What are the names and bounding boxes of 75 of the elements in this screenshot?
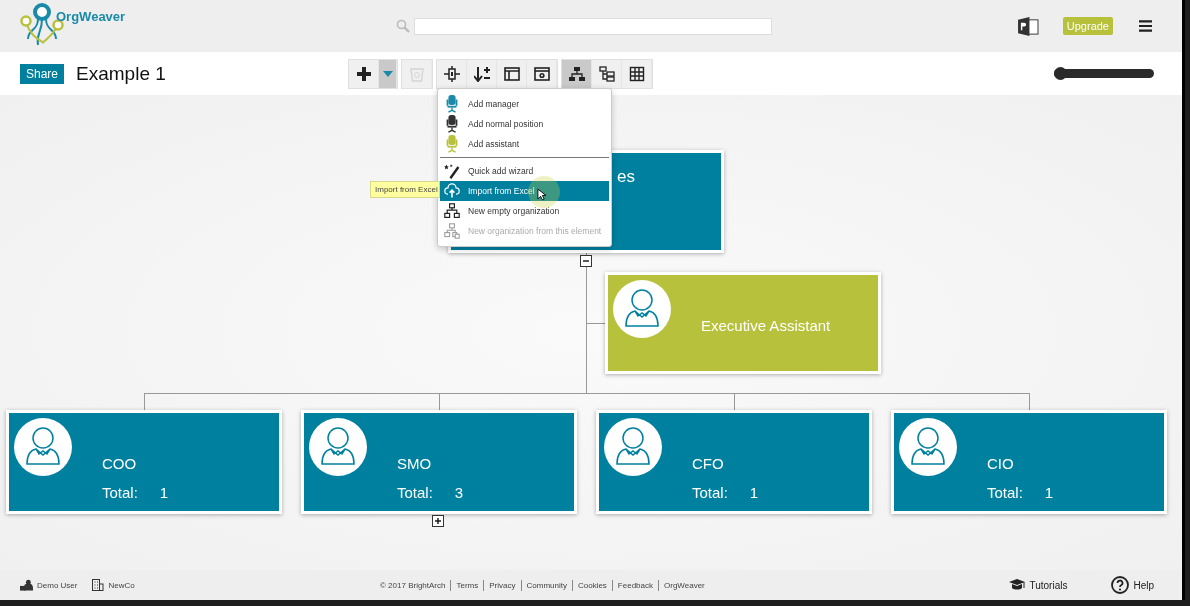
sort-icon [473,65,490,82]
org-node[interactable]: CFO Total: 1 [596,410,872,514]
logo-text: OrgWeaver [56,9,126,24]
org-chart-copy-icon [444,222,460,240]
person-avatar-icon [14,418,72,476]
powerpoint-icon[interactable] [1017,16,1039,36]
org-node[interactable]: COO Total: 1 [6,410,282,514]
total-value: 1 [159,484,169,501]
magic-wand-icon [444,162,460,180]
footer-link[interactable]: Cookies [577,580,607,590]
footer-link[interactable]: OrgWeaver [664,580,705,590]
graduation-cap-icon [1009,579,1026,591]
org-node[interactable]: SMO Total: 3 [301,410,577,514]
node-title: Executive Assistant [701,317,831,334]
footer-link[interactable]: Feedback [617,580,653,590]
total-value: 1 [749,484,759,501]
window-settings-icon [533,65,550,82]
fit-icon [443,65,460,82]
node-title: CFO [692,455,725,472]
total-value: 1 [1044,484,1054,501]
footer-link[interactable]: Community [526,580,567,590]
node-title: CIO [987,455,1015,472]
chair-icon [444,135,460,153]
chair-icon [444,95,460,113]
chair-icon [444,115,460,133]
help-icon [1111,576,1130,594]
footer-link[interactable]: © 2017 BrightArch [380,580,446,590]
menu-icon[interactable] [1139,20,1152,32]
org-node[interactable]: CIO Total: 1 [891,410,1167,514]
org-chart-icon [568,65,585,82]
tooltip: Import from Excel [370,181,440,198]
mouse-cursor-icon [537,188,546,201]
building-icon [91,579,105,591]
expand-icon[interactable] [432,515,444,527]
footer-link[interactable]: Terms [456,580,479,590]
tree-view-icon [598,65,615,82]
tutorials-link[interactable]: Tutorials [1029,579,1068,591]
grid-icon [628,65,645,82]
node-title: COO [102,455,138,472]
user-name[interactable]: Demo User [37,580,78,590]
help-link[interactable]: Help [1133,579,1154,591]
menu-item[interactable]: New empty organization [440,201,609,221]
share-button[interactable]: Share [20,63,65,84]
zoom-slider[interactable] [1054,69,1154,78]
node-title: es [617,167,635,187]
node-title: SMO [397,455,433,472]
total-label: Total: [692,484,728,501]
person-avatar-icon [604,418,662,476]
caret-icon [382,70,393,77]
menu-item[interactable]: Import from Excel [440,181,609,201]
collapse-icon[interactable] [580,255,592,267]
total-label: Total: [397,484,433,501]
person-avatar-icon [899,418,957,476]
footer-link[interactable]: Privacy [489,580,516,590]
search-icon [396,19,410,33]
trash-icon [408,65,425,82]
plus-icon [355,65,372,82]
slider-thumb[interactable] [1054,67,1067,80]
search-field[interactable] [414,17,772,35]
total-value: 3 [454,484,464,501]
menu-item[interactable]: Add manager [440,94,609,114]
company-name[interactable]: NewCo [108,580,135,590]
menu-item[interactable]: Quick add wizard [440,161,609,181]
menu-item[interactable]: Add normal position [440,114,609,134]
org-chart-icon [444,202,460,220]
total-label: Total: [987,484,1023,501]
cloud-upload-icon [444,182,460,200]
menu-item[interactable]: Add assistant [440,134,609,154]
panel-icon [503,65,520,82]
total-label: Total: [102,484,138,501]
chart-title: Example 1 [76,62,167,85]
user-icon [20,579,33,591]
chart-tool-button[interactable] [562,59,593,88]
person-avatar-icon [613,280,671,338]
person-avatar-icon [309,418,367,476]
